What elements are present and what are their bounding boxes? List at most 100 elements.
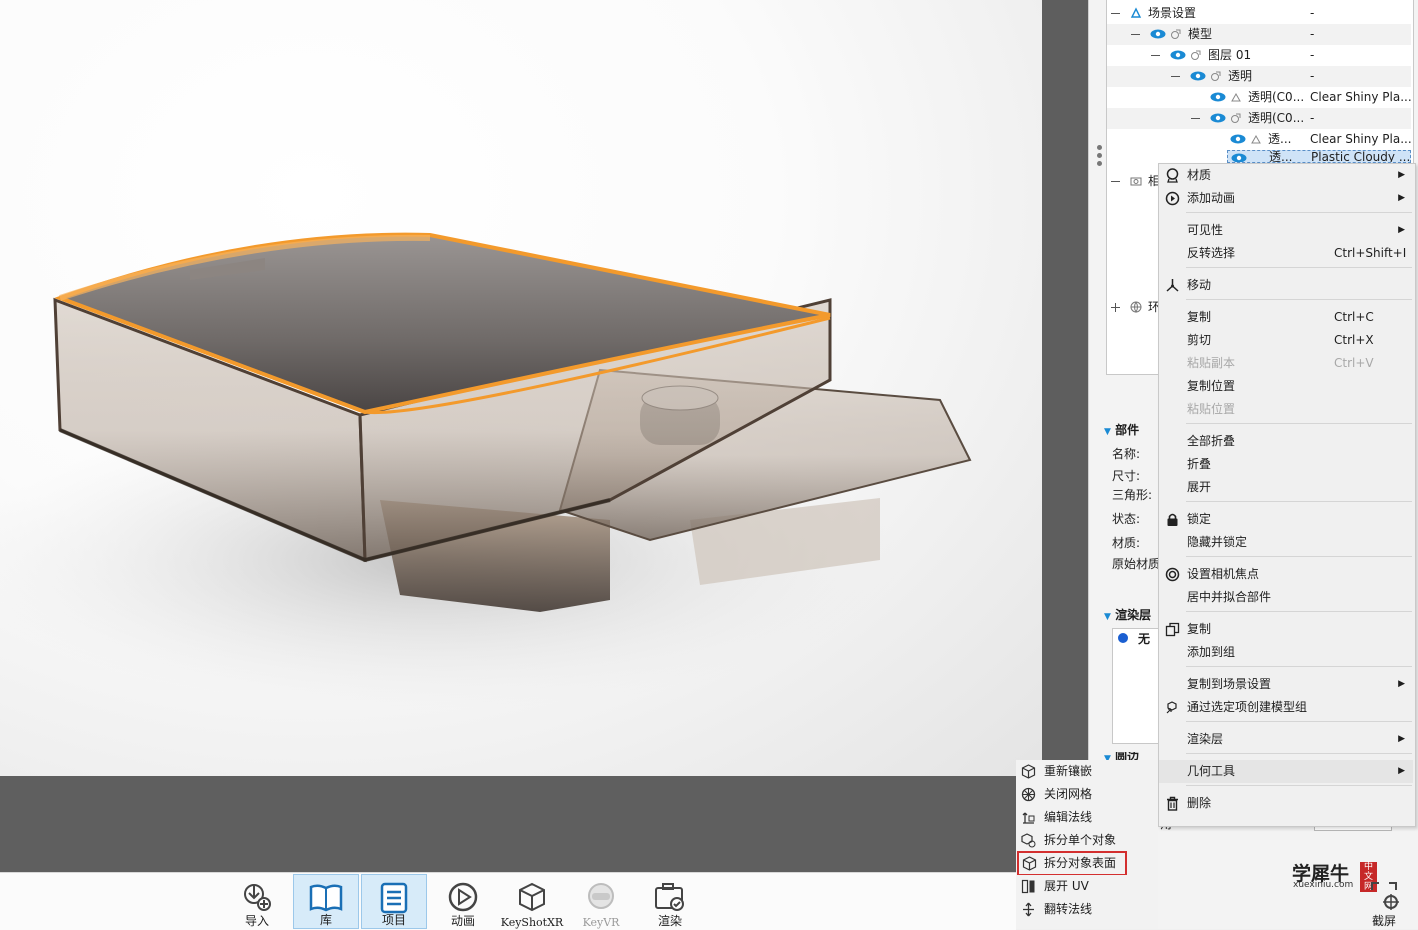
animation-button[interactable]: 动画 [430,874,496,929]
collapse-toggle[interactable] [1191,118,1200,119]
globe-icon [1130,301,1142,313]
move-icon [1166,279,1179,292]
eye-visible-icon[interactable] [1230,134,1246,144]
menu-item-collapse[interactable]: 折叠 [1159,453,1413,476]
tree-row-model[interactable]: 模型 - [1107,24,1411,45]
render-camera-icon [655,883,684,911]
group-node-icon [1211,71,1221,81]
menu-item-set-camera-focus[interactable]: 设置相机焦点 [1159,563,1413,586]
submenu-arrow-icon: ▶ [1398,193,1405,203]
tree-row-layer[interactable]: 图层 01 - [1107,45,1411,66]
rounded-edge-header-label: 圆边 [1115,752,1140,760]
menu-separator [1186,423,1412,424]
render-layer-section-header[interactable]: ▼ 渲染层 [1104,606,1151,623]
library-book-icon [309,884,343,912]
keyshotxr-cube-icon [519,882,545,912]
product-model-render[interactable] [0,0,1042,776]
tree-value: Plastic Cloudy ... [1311,150,1411,163]
part-section-header[interactable]: ▼ 部件 [1104,421,1139,438]
panel-splitter-handle[interactable] [1097,145,1103,175]
menu-item-geometry-tools[interactable]: 几何工具 ▶ [1159,760,1413,783]
menu-item-render-layer[interactable]: 渲染层 ▶ [1159,728,1413,751]
menu-item-add-to-group[interactable]: 添加到组 [1159,641,1413,664]
menu-item-center-and-fit[interactable]: 居中并拟合部件 [1159,586,1413,609]
eye-visible-icon[interactable] [1170,50,1186,60]
tree-row-part[interactable]: 透明(C0... Clear Shiny Pla... [1107,87,1412,108]
submenu-item-edit-normals[interactable]: 编辑法线 [1016,806,1158,829]
collapse-toggle[interactable] [1171,76,1180,77]
submenu-item-split-surfaces[interactable]: 拆分对象表面 [1017,851,1127,876]
submenu-item-unwrap-uv[interactable]: 展开 UV [1016,875,1158,898]
keyvr-button[interactable]: KeyVR [568,874,634,929]
menu-shortcut: Ctrl+V [1334,356,1374,370]
tree-row-selected-part[interactable]: 透... Plastic Cloudy ... [1227,150,1411,163]
library-button[interactable]: 库 [293,874,359,929]
tree-row-environment[interactable]: 环 [1107,297,1160,318]
tree-label: 透... [1269,150,1293,163]
render-button[interactable]: 渲染 [637,874,703,929]
menu-item-hide-and-lock[interactable]: 隐藏并锁定 [1159,531,1413,554]
menu-item-collapse-all[interactable]: 全部折叠 [1159,430,1413,453]
tree-row-scene-settings[interactable]: 场景设置 - [1107,3,1411,24]
panel-gutter [1042,0,1088,776]
tree-label: 透明(C0... [1248,90,1305,104]
render-layer-item[interactable]: 无 [1138,630,1150,647]
menu-item-create-model-group[interactable]: 通过选定项创建模型组 [1159,696,1413,719]
menu-label: 添加到组 [1187,645,1236,659]
menu-item-copy[interactable]: 复制 Ctrl+C [1159,306,1413,329]
collapse-toggle[interactable] [1111,181,1120,182]
menu-item-copy-to-scene-set[interactable]: 复制到场景设置 ▶ [1159,673,1413,696]
tree-row-subgroup[interactable]: 透明(C0... - [1107,108,1411,129]
submenu-item-retessellate[interactable]: 重新镶嵌 [1016,760,1158,783]
render-layer-dot-icon [1118,633,1128,643]
menu-item-paste-position[interactable]: 粘贴位置 [1159,398,1413,421]
menu-item-lock[interactable]: 锁定 [1159,508,1413,531]
menu-item-visibility[interactable]: 可见性 ▶ [1159,219,1413,242]
menu-item-add-animation[interactable]: 添加动画 ▶ [1159,187,1413,210]
eye-visible-icon[interactable] [1190,71,1206,81]
library-label: 库 [319,913,332,927]
menu-item-copy-position[interactable]: 复制位置 [1159,375,1413,398]
tree-label: 图层 01 [1208,48,1252,62]
keyshotxr-button[interactable]: KeyShotXR [499,874,565,929]
tree-row-transparent[interactable]: 透明 - [1107,66,1411,87]
eye-visible-icon[interactable] [1231,153,1247,163]
tree-label: 透明 [1228,69,1253,83]
menu-item-expand[interactable]: 展开 [1159,476,1413,499]
import-button[interactable]: 导入 [224,874,290,929]
eye-visible-icon[interactable] [1150,29,1166,39]
submenu-arrow-icon: ▶ [1398,766,1405,776]
menu-item-invert-selection[interactable]: 反转选择 Ctrl+Shift+I [1159,242,1413,265]
menu-item-paste-copy[interactable]: 粘贴副本 Ctrl+V [1159,352,1413,375]
menu-item-move[interactable]: 移动 [1159,274,1413,297]
part-size-label: 尺寸: [1112,469,1141,483]
project-label: 项目 [381,913,406,927]
menu-label: 粘贴副本 [1187,356,1236,370]
menu-item-cut[interactable]: 剪切 Ctrl+X [1159,329,1413,352]
eye-visible-icon[interactable] [1210,92,1226,102]
menu-label: 剪切 [1187,333,1212,347]
menu-item-duplicate[interactable]: 复制 [1159,618,1413,641]
menu-separator [1186,785,1412,786]
menu-label: 复制 [1187,622,1212,636]
menu-separator [1186,753,1412,754]
split-surfaces-icon [1022,856,1037,871]
menu-item-material[interactable]: 材质 ▶ [1159,164,1413,187]
eye-visible-icon[interactable] [1210,113,1226,123]
tree-row-part[interactable]: 透... Clear Shiny Pla... [1107,129,1412,150]
project-button[interactable]: 项目 [361,874,427,929]
render-viewport[interactable] [0,0,1042,776]
screenshot-button[interactable]: 截屏 [1366,878,1402,929]
render-layer-header-label: 渲染层 [1115,608,1152,622]
collapse-toggle[interactable] [1151,55,1160,56]
rounded-edge-section-header[interactable]: ▼ 圆边 [1104,752,1158,760]
tree-row-cameras[interactable]: 相 [1107,171,1160,192]
collapse-toggle[interactable] [1111,13,1120,14]
tree-value: - [1310,111,1315,125]
collapse-toggle[interactable] [1131,34,1140,35]
submenu-item-close-mesh[interactable]: 关闭网格 [1016,783,1158,806]
submenu-item-flip-normals[interactable]: 翻转法线 [1016,898,1158,921]
watermark-url: xuexiniu.com [1293,880,1354,890]
menu-item-delete[interactable]: 删除 [1159,792,1413,815]
submenu-item-split-object[interactable]: 拆分单个对象 [1016,829,1158,852]
